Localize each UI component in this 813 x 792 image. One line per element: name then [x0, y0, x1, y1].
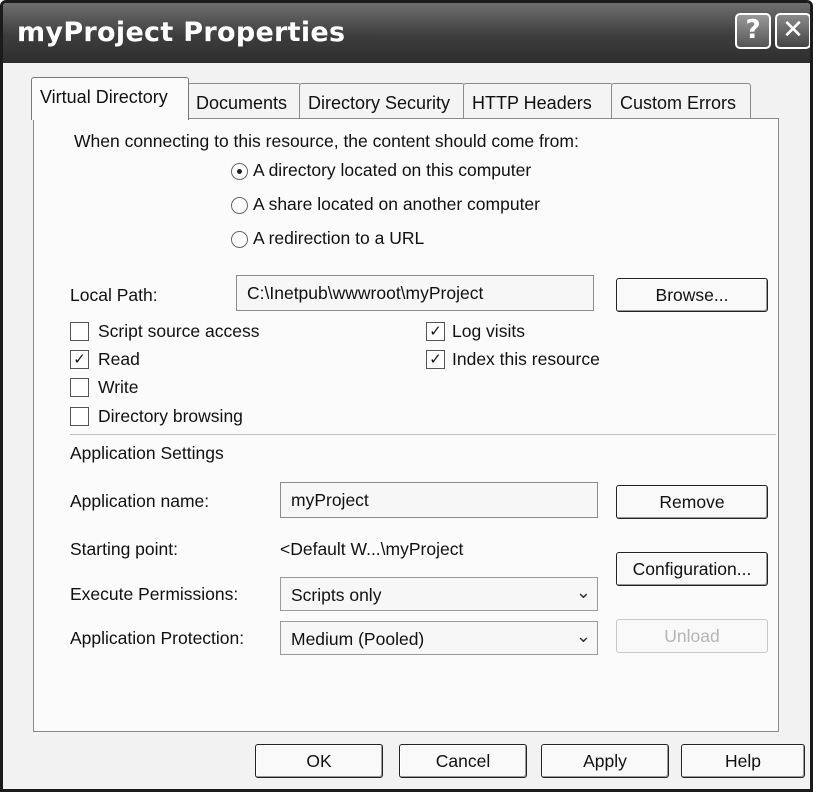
- application-protection-label: Application Protection:: [70, 628, 245, 648]
- browse-button[interactable]: Browse...: [616, 278, 768, 312]
- starting-point-label: Starting point:: [70, 539, 178, 559]
- properties-dialog: myProject Properties ? ✕ Virtual Directo…: [0, 0, 813, 792]
- local-path-label: Local Path:: [70, 285, 158, 305]
- tab-documents[interactable]: Documents: [187, 83, 301, 119]
- chevron-down-icon: ⌄: [575, 582, 591, 602]
- cancel-button[interactable]: Cancel: [399, 744, 527, 778]
- execute-permissions-label: Execute Permissions:: [70, 584, 239, 604]
- application-name-label: Application name:: [70, 491, 210, 511]
- remove-button[interactable]: Remove: [616, 485, 768, 519]
- local-path-input[interactable]: C:\Inetpub\wwwroot\myProject: [236, 275, 594, 311]
- application-protection-select[interactable]: Medium (Pooled) ⌄: [280, 621, 598, 655]
- checkbox-script-source-access[interactable]: [70, 322, 89, 341]
- radio-network-share[interactable]: [231, 197, 248, 214]
- radio-url-redirection[interactable]: [231, 231, 248, 248]
- checkbox-index-resource[interactable]: ✓: [426, 350, 445, 369]
- radio-local-directory-label[interactable]: A directory located on this computer: [253, 160, 531, 181]
- title-bar: myProject Properties ? ✕: [3, 3, 810, 63]
- window-title: myProject Properties: [17, 17, 346, 48]
- execute-permissions-value: Scripts only: [291, 585, 382, 605]
- checkbox-index-resource-label[interactable]: Index this resource: [452, 349, 600, 370]
- help-button[interactable]: Help: [681, 744, 805, 778]
- unload-button[interactable]: Unload: [616, 619, 768, 653]
- checkbox-write-label[interactable]: Write: [98, 377, 139, 398]
- help-title-button[interactable]: ?: [735, 13, 771, 49]
- configuration-button[interactable]: Configuration...: [616, 552, 768, 586]
- application-name-input[interactable]: myProject: [280, 482, 598, 518]
- checkbox-read[interactable]: ✓: [70, 350, 89, 369]
- checkbox-read-label[interactable]: Read: [98, 349, 140, 370]
- apply-button[interactable]: Apply: [541, 744, 669, 778]
- radio-network-share-label[interactable]: A share located on another computer: [253, 194, 540, 215]
- tab-directory-security[interactable]: Directory Security: [299, 83, 465, 119]
- tab-virtual-directory[interactable]: Virtual Directory: [31, 77, 189, 120]
- checkbox-directory-browsing[interactable]: [70, 407, 89, 426]
- application-settings-heading: Application Settings: [70, 443, 224, 463]
- chevron-down-icon: ⌄: [575, 626, 591, 646]
- starting-point-value: <Default W...\myProject: [280, 539, 464, 559]
- radio-local-directory[interactable]: [231, 163, 248, 180]
- checkbox-script-source-access-label[interactable]: Script source access: [98, 321, 259, 342]
- content-source-prompt: When connecting to this resource, the co…: [74, 131, 579, 151]
- execute-permissions-select[interactable]: Scripts only ⌄: [280, 577, 598, 611]
- tab-custom-errors[interactable]: Custom Errors: [611, 83, 751, 119]
- checkbox-write[interactable]: [70, 378, 89, 397]
- radio-url-redirection-label[interactable]: A redirection to a URL: [253, 228, 424, 249]
- checkbox-log-visits[interactable]: ✓: [426, 322, 445, 341]
- section-divider: [70, 434, 776, 435]
- virtual-directory-panel: When connecting to this resource, the co…: [33, 118, 779, 732]
- application-protection-value: Medium (Pooled): [291, 629, 425, 649]
- ok-button[interactable]: OK: [255, 744, 383, 778]
- checkbox-directory-browsing-label[interactable]: Directory browsing: [98, 406, 243, 427]
- close-button[interactable]: ✕: [775, 13, 810, 49]
- checkbox-log-visits-label[interactable]: Log visits: [452, 321, 525, 342]
- tab-http-headers[interactable]: HTTP Headers: [463, 83, 613, 119]
